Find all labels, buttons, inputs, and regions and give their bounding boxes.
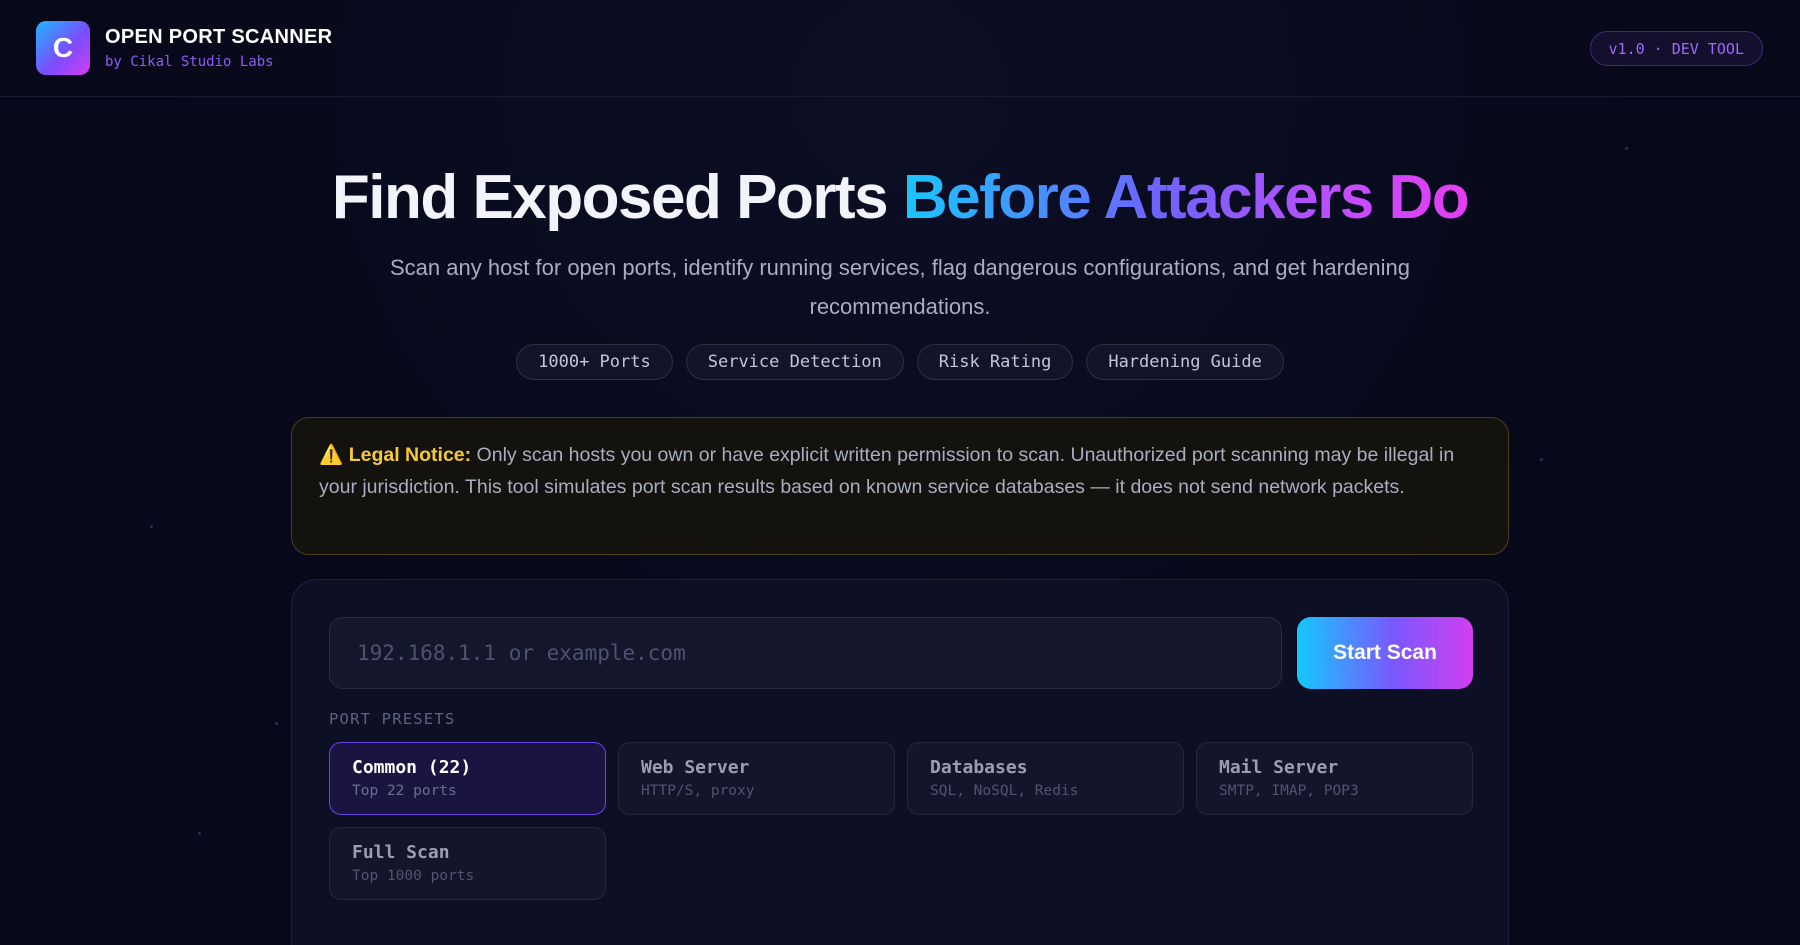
preset-description: SQL, NoSQL, Redis: [930, 783, 1079, 799]
warning-icon: ⚠️: [319, 444, 344, 466]
app-header: C OPEN PORT SCANNER by Cikal Studio Labs…: [0, 0, 1800, 97]
legal-notice: ⚠️ Legal Notice: Only scan hosts you own…: [291, 417, 1509, 555]
preset-name: Databases: [930, 757, 1028, 778]
port-presets-label: PORT PRESETS: [329, 710, 456, 728]
preset-description: SMTP, IMAP, POP3: [1219, 783, 1359, 799]
preset-description: HTTP/S, proxy: [641, 783, 755, 799]
preset-name: Web Server: [641, 757, 750, 778]
background-dot: [198, 832, 201, 835]
feature-pill: Hardening Guide: [1086, 344, 1284, 380]
hero-title-plain: Find Exposed Ports: [331, 163, 903, 232]
preset-name: Common (22): [352, 757, 472, 778]
background-dot: [1625, 147, 1628, 150]
feature-pill: Risk Rating: [916, 344, 1074, 380]
legal-notice-text: Only scan hosts you own or have explicit…: [319, 444, 1455, 498]
brand-title: OPEN PORT SCANNER: [105, 26, 333, 48]
hero-subtitle: Scan any host for open ports, identify r…: [390, 255, 1410, 319]
scan-panel: Start Scan PORT PRESETS Common (22) Top …: [291, 579, 1509, 945]
version-badge: v1.0 · DEV TOOL: [1589, 31, 1763, 66]
hero-title: Find Exposed Ports Before Attackers Do: [0, 160, 1800, 236]
feature-pills: 1000+ Ports Service Detection Risk Ratin…: [0, 344, 1800, 380]
brand-logo-letter: C: [52, 32, 74, 63]
background-dot: [1540, 458, 1543, 461]
feature-pill: 1000+ Ports: [516, 344, 673, 380]
preset-web-server[interactable]: Web Server HTTP/S, proxy: [618, 742, 895, 815]
preset-common[interactable]: Common (22) Top 22 ports: [329, 742, 606, 815]
preset-mail-server[interactable]: Mail Server SMTP, IMAP, POP3: [1196, 742, 1473, 815]
preset-full-scan[interactable]: Full Scan Top 1000 ports: [329, 827, 606, 900]
legal-notice-label: Legal Notice:: [348, 444, 472, 466]
brand-logo-icon[interactable]: C: [36, 21, 90, 75]
page: C OPEN PORT SCANNER by Cikal Studio Labs…: [0, 0, 1800, 945]
background-dot: [150, 525, 153, 528]
feature-pill: Service Detection: [685, 344, 904, 380]
preset-name: Mail Server: [1219, 757, 1339, 778]
brand-subtitle: by Cikal Studio Labs: [105, 54, 274, 70]
hero-title-highlight: Before Attackers Do: [902, 163, 1470, 232]
preset-name: Full Scan: [352, 842, 450, 863]
preset-description: Top 1000 ports: [352, 868, 475, 884]
start-scan-button[interactable]: Start Scan: [1297, 617, 1473, 689]
background-dot: [275, 722, 278, 725]
preset-databases[interactable]: Databases SQL, NoSQL, Redis: [907, 742, 1184, 815]
target-host-input[interactable]: [329, 617, 1282, 689]
preset-description: Top 22 ports: [352, 783, 457, 799]
